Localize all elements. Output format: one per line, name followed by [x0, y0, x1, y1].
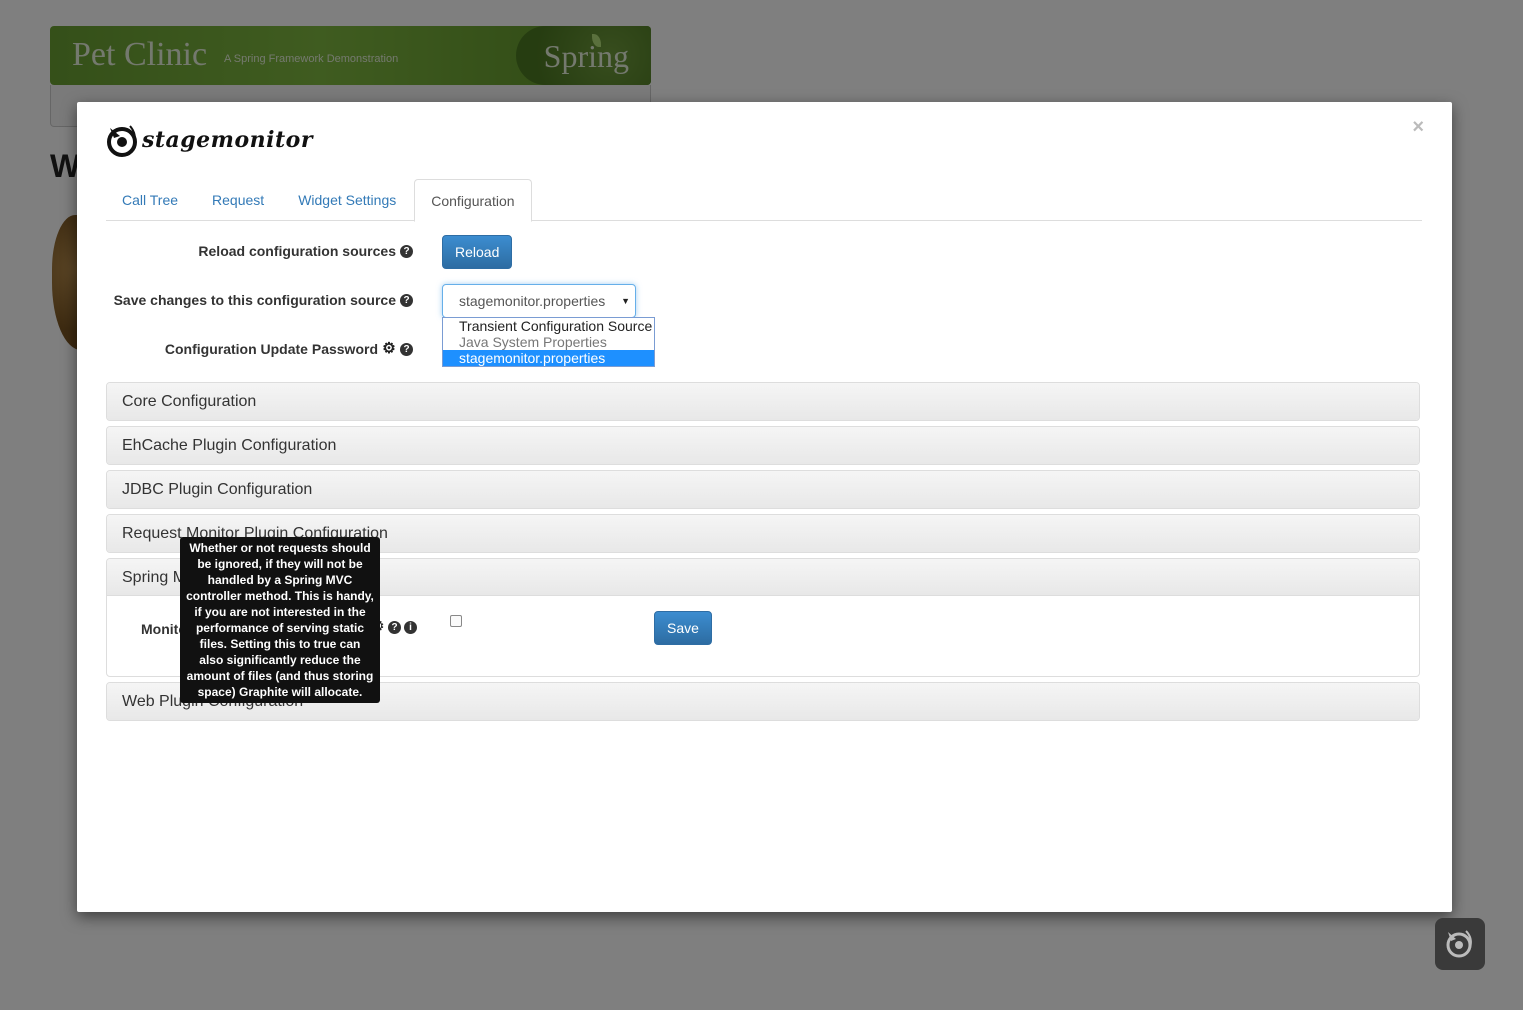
stagemonitor-logo-text: stagemonitor	[142, 127, 313, 153]
stagemonitor-logo-icon	[107, 125, 137, 157]
dropdown-arrow-icon: ▼	[621, 296, 630, 306]
panel-jdbc: JDBC Plugin Configuration	[106, 470, 1420, 509]
stagemonitor-logo: stagemonitor	[106, 120, 313, 160]
panel-ehcache: EhCache Plugin Configuration	[106, 426, 1420, 465]
dropdown-option-transient[interactable]: Transient Configuration Source	[443, 318, 654, 334]
tab-configuration[interactable]: Configuration	[414, 179, 532, 222]
close-icon[interactable]: ×	[1412, 116, 1424, 139]
dropdown-option-java-system-properties[interactable]: Java System Properties	[443, 334, 654, 350]
save-source-row: Save changes to this configuration sourc…	[106, 284, 1422, 318]
panel-core: Core Configuration	[106, 382, 1420, 421]
stagemonitor-widget-icon	[1446, 930, 1472, 958]
tab-call-tree[interactable]: Call Tree	[106, 179, 194, 221]
reload-label: Reload configuration sources	[198, 243, 396, 259]
password-row: Configuration Update Password ⚙ ?	[106, 333, 1422, 367]
dropdown-option-stagemonitor-properties[interactable]: stagemonitor.properties	[443, 350, 654, 366]
save-source-label-group: Save changes to this configuration sourc…	[114, 292, 413, 308]
info-circle-icon[interactable]: i	[404, 620, 417, 634]
stagemonitor-widget-button[interactable]	[1435, 918, 1485, 970]
panel-heading-jdbc[interactable]: JDBC Plugin Configuration	[107, 471, 1419, 508]
stagemonitor-modal: × stagemonitor Call Tree Request Widget …	[77, 102, 1452, 912]
panel-heading-core[interactable]: Core Configuration	[107, 383, 1419, 420]
question-circle-icon[interactable]: ?	[400, 293, 413, 307]
config-source-selected-value: stagemonitor.properties	[459, 293, 606, 309]
config-source-dropdown-list: Transient Configuration Source Java Syst…	[442, 317, 655, 367]
save-button[interactable]: Save	[654, 611, 712, 645]
help-tooltip: Whether or not requests should be ignore…	[180, 537, 380, 703]
reload-label-group: Reload configuration sources ?	[198, 243, 413, 259]
config-source-select[interactable]: stagemonitor.properties ▼	[442, 284, 636, 318]
tab-request[interactable]: Request	[196, 179, 280, 221]
reload-row: Reload configuration sources ? Reload	[106, 235, 1422, 269]
panel-heading-ehcache[interactable]: EhCache Plugin Configuration	[107, 427, 1419, 464]
question-circle-icon[interactable]: ?	[388, 620, 401, 634]
tab-bar: Call Tree Request Widget Settings Config…	[106, 179, 1422, 222]
password-label: Configuration Update Password	[164, 341, 378, 357]
reload-button[interactable]: Reload	[442, 235, 513, 269]
monitor-only-spring-mvc-checkbox[interactable]	[450, 615, 462, 627]
gear-icon[interactable]: ⚙	[382, 341, 396, 356]
save-source-label: Save changes to this configuration sourc…	[113, 292, 396, 308]
question-circle-icon[interactable]: ?	[400, 342, 413, 356]
question-circle-icon[interactable]: ?	[400, 244, 413, 258]
tab-widget-settings[interactable]: Widget Settings	[282, 179, 412, 221]
password-label-group: Configuration Update Password ⚙ ?	[165, 341, 413, 357]
